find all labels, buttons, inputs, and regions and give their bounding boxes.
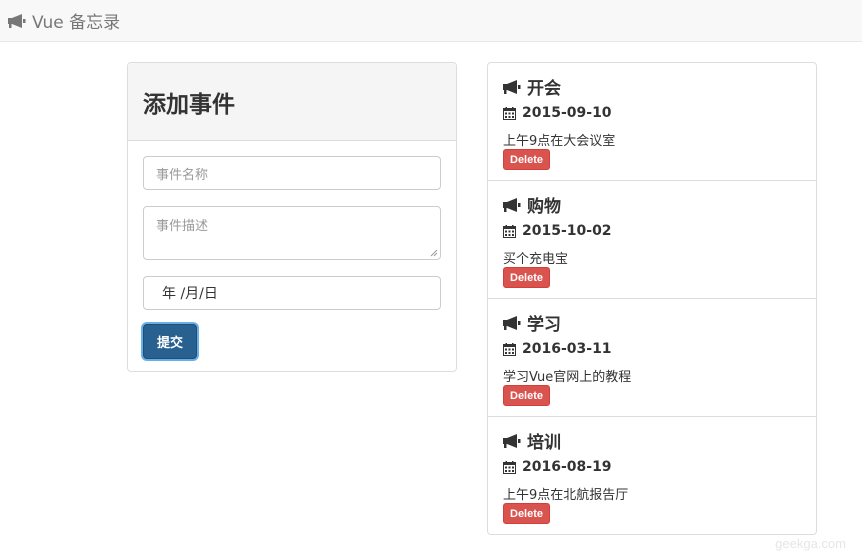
event-list-item: 开会 2015-09-10 上午9点在大会议室 Delete xyxy=(488,63,816,181)
event-date: 2016-03-11 xyxy=(503,341,612,357)
calendar-icon xyxy=(503,342,516,356)
panel-title: 添加事件 xyxy=(143,91,235,118)
event-description: 学习Vue官网上的教程 xyxy=(503,370,632,385)
event-name-input[interactable]: 事件名称 xyxy=(143,156,441,190)
event-date: 2015-09-10 xyxy=(503,105,612,121)
event-title: 培训 xyxy=(503,428,561,453)
event-name-placeholder: 事件名称 xyxy=(156,167,209,183)
event-list-item: 购物 2015-10-02 买个充电宝 Delete xyxy=(488,181,816,299)
event-description: 上午9点在北航报告厅 xyxy=(503,488,629,503)
event-description: 买个充电宝 xyxy=(503,252,569,267)
delete-button[interactable]: Delete xyxy=(503,503,551,524)
event-title-text: 开会 xyxy=(527,79,561,99)
event-date-text: 2016-03-11 xyxy=(522,341,612,357)
calendar-icon xyxy=(503,460,516,474)
calendar-icon xyxy=(503,106,516,120)
submit-button[interactable]: 提交 xyxy=(143,324,197,359)
event-list-item: 培训 2016-08-19 上午9点在北航报告厅 Delete xyxy=(488,417,816,534)
bullhorn-icon xyxy=(503,433,521,448)
event-title-text: 购物 xyxy=(527,197,561,217)
event-description-placeholder: 事件描述 xyxy=(156,219,209,234)
brand-title: Vue 备忘录 xyxy=(32,13,121,33)
bullhorn-icon xyxy=(503,197,521,212)
event-description-textarea[interactable]: 事件描述 xyxy=(143,206,441,260)
add-event-panel: 添加事件 事件名称 事件描述 年 /月/日 提交 xyxy=(127,62,457,372)
event-date-text: 2016-08-19 xyxy=(522,459,612,475)
event-title-text: 学习 xyxy=(527,315,561,335)
delete-button[interactable]: Delete xyxy=(503,149,551,170)
panel-body: 事件名称 事件描述 年 /月/日 提交 xyxy=(128,141,456,371)
event-date-value: 年 /月/日 xyxy=(162,286,218,302)
panel-heading: 添加事件 xyxy=(128,63,456,141)
bullhorn-icon xyxy=(503,315,521,330)
event-list-item: 学习 2016-03-11 学习Vue官网上的教程 Delete xyxy=(488,299,816,417)
calendar-icon xyxy=(503,224,516,238)
bullhorn-icon xyxy=(503,79,521,94)
resize-grip-icon[interactable] xyxy=(430,249,438,257)
event-title-text: 培训 xyxy=(527,433,561,453)
event-list: 开会 2015-09-10 上午9点在大会议室 Delete 购物 2015-10-02 买… xyxy=(487,62,817,535)
event-title: 开会 xyxy=(503,74,561,99)
watermark: geekga.com xyxy=(775,536,846,551)
event-title: 购物 xyxy=(503,192,561,217)
bullhorn-icon xyxy=(8,13,26,28)
brand-link[interactable]: Vue 备忘录 xyxy=(8,8,120,33)
event-date: 2016-08-19 xyxy=(503,459,612,475)
event-date-text: 2015-09-10 xyxy=(522,105,612,121)
navbar: Vue 备忘录 xyxy=(0,0,862,42)
event-description: 上午9点在大会议室 xyxy=(503,134,616,149)
delete-button[interactable]: Delete xyxy=(503,385,551,406)
delete-button[interactable]: Delete xyxy=(503,267,551,288)
event-title: 学习 xyxy=(503,310,561,335)
event-date-input[interactable]: 年 /月/日 xyxy=(143,276,441,310)
event-date: 2015-10-02 xyxy=(503,223,612,239)
event-date-text: 2015-10-02 xyxy=(522,223,612,239)
